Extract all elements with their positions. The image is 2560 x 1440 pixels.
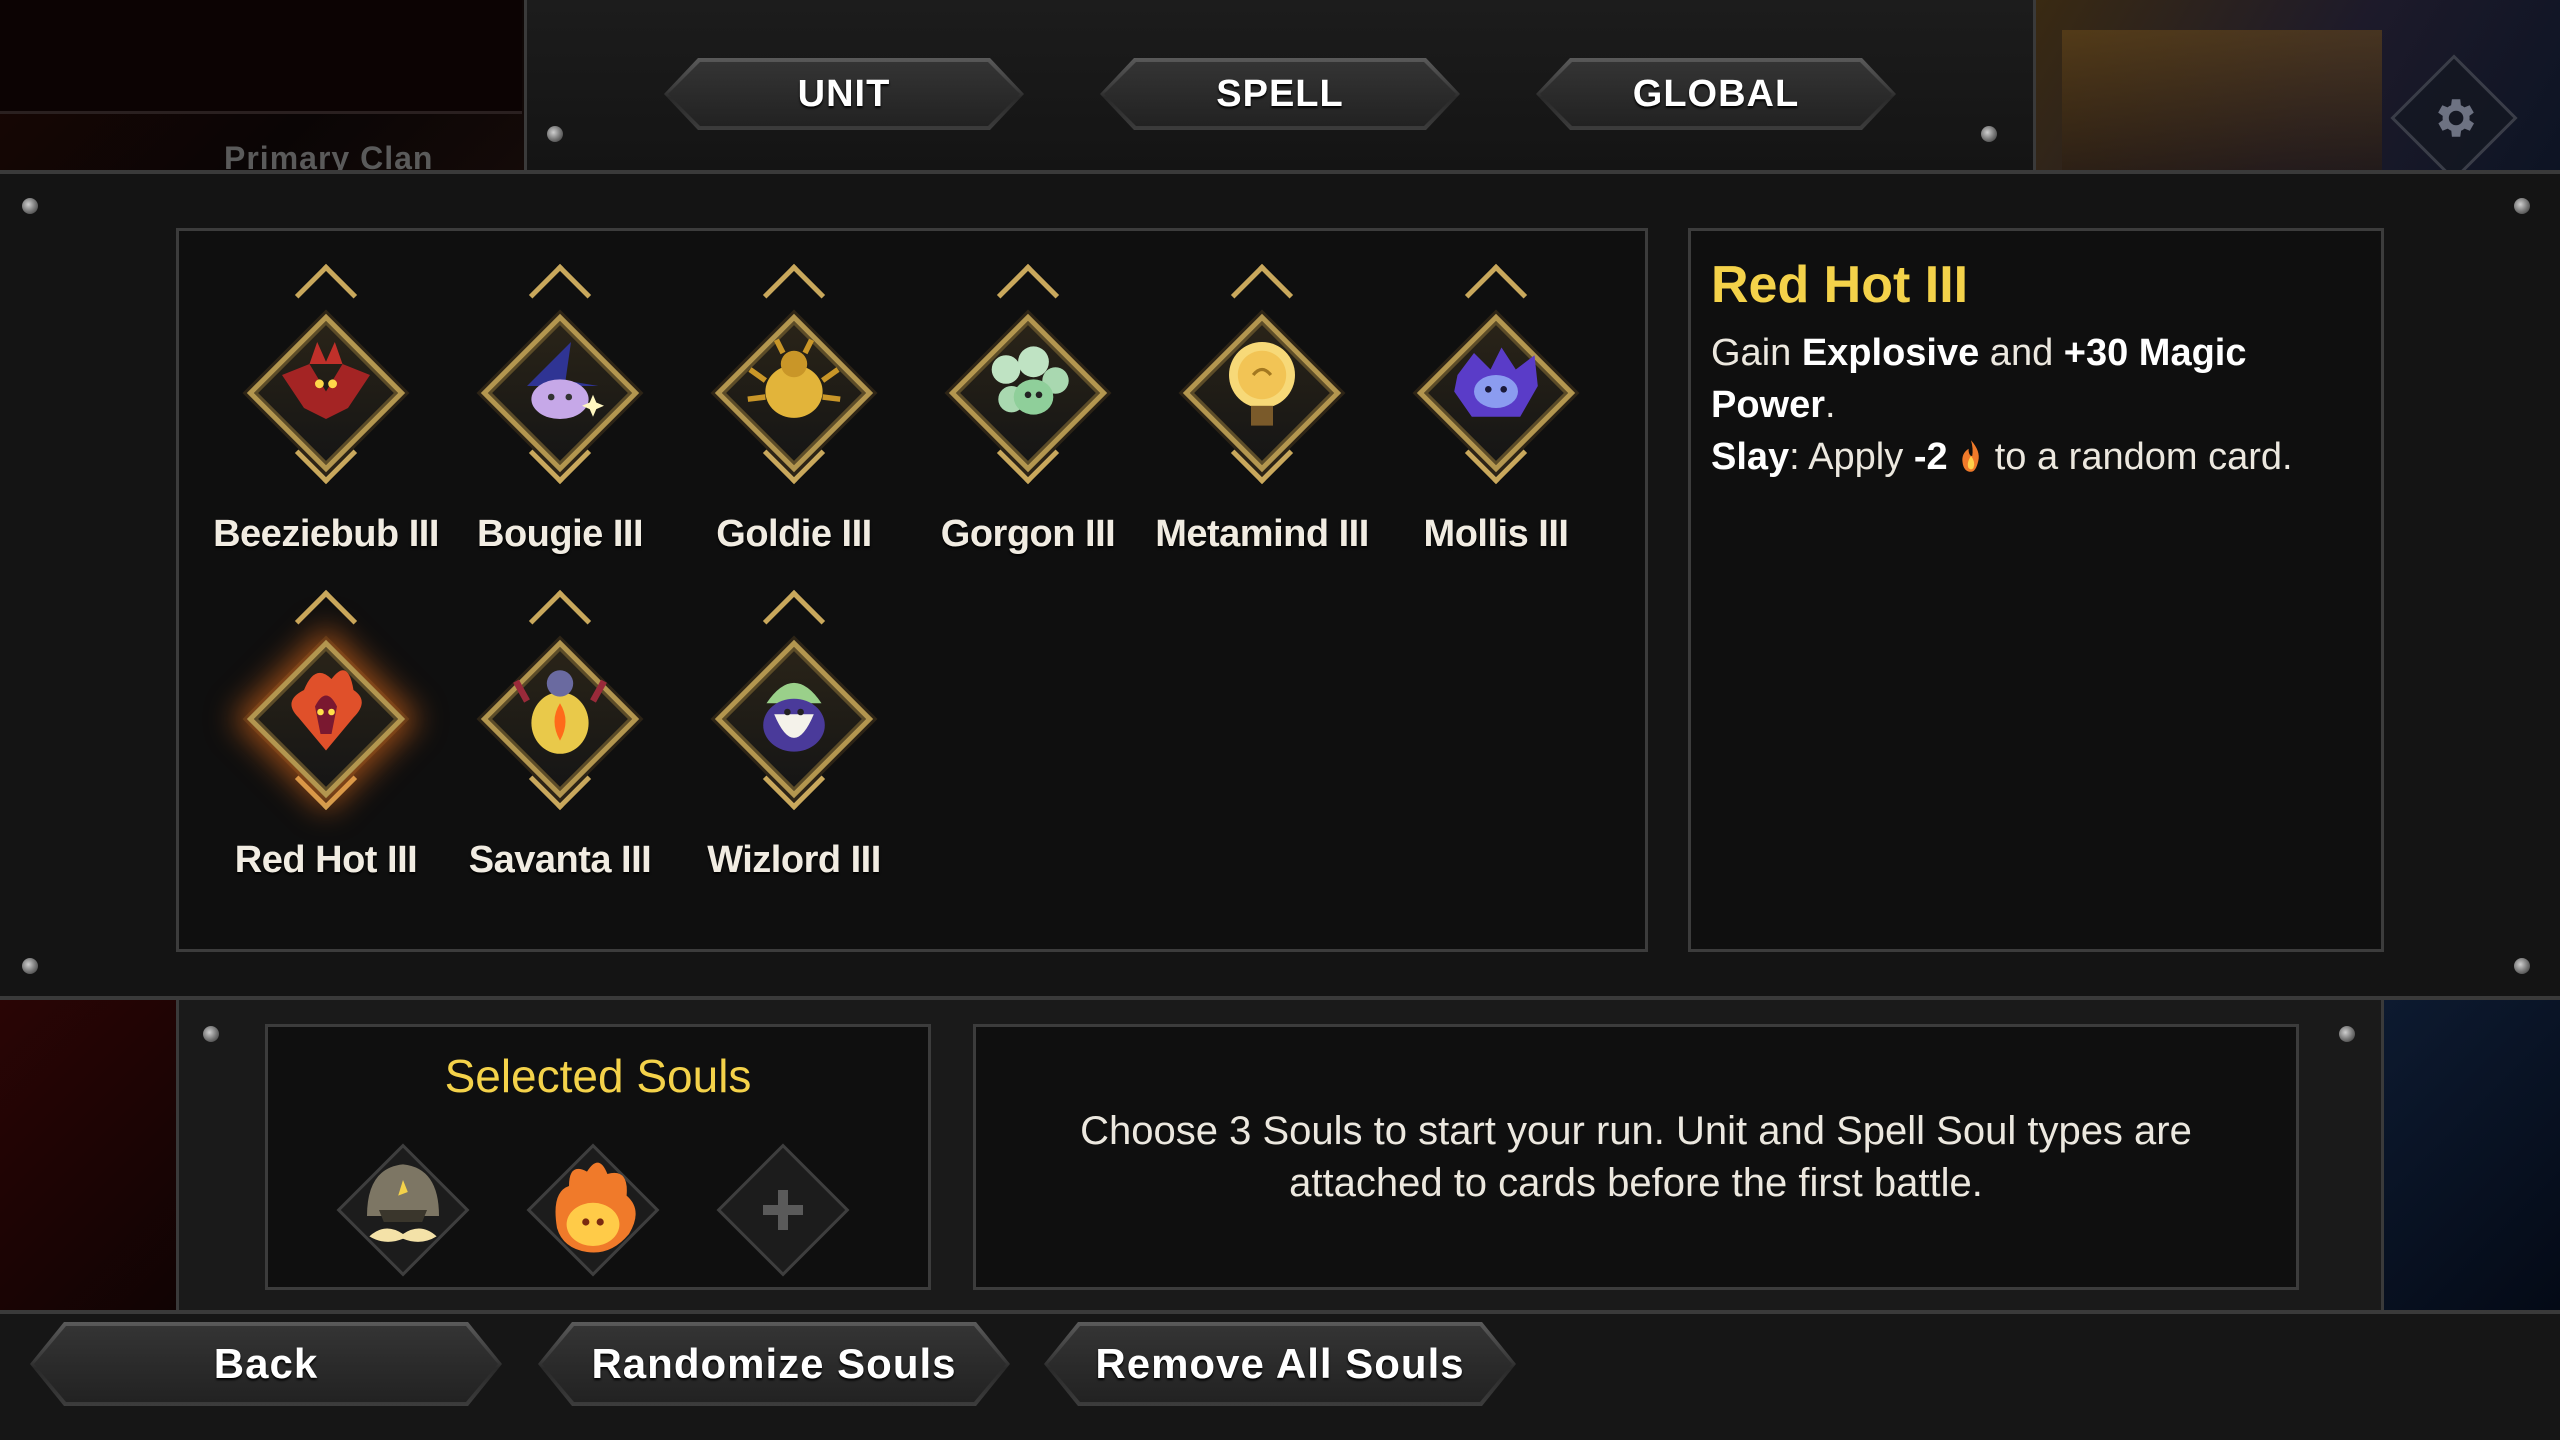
tab-unit-label: UNIT	[797, 72, 891, 115]
soul-wizlord[interactable]: Wizlord III	[677, 589, 911, 907]
souls-grid: Beeziebub III Bougie III Goldie III Gorg…	[209, 263, 1613, 933]
tab-spell-label: SPELL	[1216, 72, 1344, 115]
soul-goldie[interactable]: Goldie III	[677, 263, 911, 581]
selected-slot-1[interactable]	[328, 1135, 478, 1285]
soul-name: Red Hot III	[234, 839, 418, 881]
helmet-mustache-icon	[367, 1164, 439, 1242]
tab-global-label: GLOBAL	[1632, 72, 1800, 115]
bat-demon-icon	[282, 342, 370, 419]
selected-slot-2[interactable]	[518, 1135, 668, 1285]
soul-bougie[interactable]: Bougie III	[443, 263, 677, 581]
soul-detail-title: Red Hot III	[1711, 256, 1969, 314]
rivet-icon	[2514, 198, 2530, 214]
keyword-slay: Slay	[1711, 436, 1790, 478]
soul-gorgon[interactable]: Gorgon III	[911, 263, 1145, 581]
soul-detail-panel: Red Hot III Gain Explosive and +30 Magic…	[1688, 228, 2384, 952]
ember-value: -2	[1913, 436, 1948, 478]
brain-lamp-icon	[1229, 342, 1295, 426]
fire-imp-icon	[291, 670, 362, 751]
rivet-icon	[547, 126, 563, 142]
fire-blob-icon	[555, 1162, 636, 1253]
soul-name: Savanta III	[468, 839, 652, 881]
soul-name: Goldie III	[716, 513, 872, 555]
gorgon-icon	[991, 346, 1069, 415]
soul-name: Bougie III	[477, 513, 644, 555]
soul-red-hot[interactable]: Red Hot III	[209, 589, 443, 907]
rivet-icon	[22, 198, 38, 214]
background-left-top: Primary Clan	[0, 0, 528, 176]
golden-beetle-icon	[747, 338, 841, 418]
selected-souls-bar: Selected Souls Choose 3 Souls to start y…	[176, 1000, 2384, 1310]
settings-button[interactable]	[2384, 54, 2524, 182]
witch-hat-icon	[527, 342, 604, 419]
gear-icon	[2438, 99, 2474, 137]
tab-spell[interactable]: SPELL	[1100, 58, 1460, 130]
tab-global[interactable]: GLOBAL	[1536, 58, 1896, 130]
soul-name: Metamind III	[1155, 513, 1369, 555]
rivet-icon	[2339, 1026, 2355, 1042]
soul-mollis[interactable]: Mollis III	[1379, 263, 1613, 581]
background-artwork	[2062, 30, 2382, 172]
soul-name: Gorgon III	[940, 513, 1116, 555]
back-button[interactable]: Back	[30, 1322, 502, 1406]
souls-list-panel: Beeziebub III Bougie III Goldie III Gorg…	[176, 228, 1648, 952]
rivet-icon	[2514, 958, 2530, 974]
souls-main-panel: Beeziebub III Bougie III Goldie III Gorg…	[0, 170, 2560, 1000]
add-icon	[763, 1190, 803, 1230]
randomize-souls-button[interactable]: Randomize Souls	[538, 1322, 1010, 1406]
background-right-bottom	[2384, 1000, 2560, 1310]
soul-detail-description: Gain Explosive and +30 Magic Power. Slay…	[1711, 332, 2293, 478]
remove-all-souls-button[interactable]: Remove All Souls	[1044, 1322, 1516, 1406]
purple-blob-icon	[1454, 347, 1538, 417]
soul-name: Wizlord III	[707, 839, 881, 881]
back-button-label: Back	[213, 1340, 319, 1387]
rivet-icon	[1981, 126, 1997, 142]
wizard-icon	[763, 682, 825, 752]
soul-metamind[interactable]: Metamind III	[1145, 263, 1379, 581]
tab-unit[interactable]: UNIT	[664, 58, 1024, 130]
lantern-creature-icon	[513, 670, 607, 754]
soul-name: Beeziebub III	[213, 513, 439, 555]
remove-all-souls-label: Remove All Souls	[1095, 1340, 1465, 1387]
keyword-explosive: Explosive	[1801, 332, 1980, 374]
soul-beeziebub[interactable]: Beeziebub III	[209, 263, 443, 581]
instructions-text: Choose 3 Souls to start your run. Unit a…	[1080, 1109, 2192, 1205]
selected-souls-title: Selected Souls	[444, 1050, 752, 1102]
soul-savanta[interactable]: Savanta III	[443, 589, 677, 907]
instructions-panel: Choose 3 Souls to start your run. Unit a…	[973, 1024, 2299, 1290]
rivet-icon	[203, 1026, 219, 1042]
background-dark-panel	[0, 0, 522, 114]
ember-flame-icon	[1962, 440, 1979, 472]
randomize-souls-label: Randomize Souls	[591, 1340, 957, 1387]
rivet-icon	[22, 958, 38, 974]
soul-name: Mollis III	[1423, 513, 1569, 555]
selected-slot-3-empty[interactable]	[708, 1135, 858, 1285]
background-left-bottom	[0, 1000, 178, 1310]
selected-souls-panel: Selected Souls	[265, 1024, 931, 1290]
